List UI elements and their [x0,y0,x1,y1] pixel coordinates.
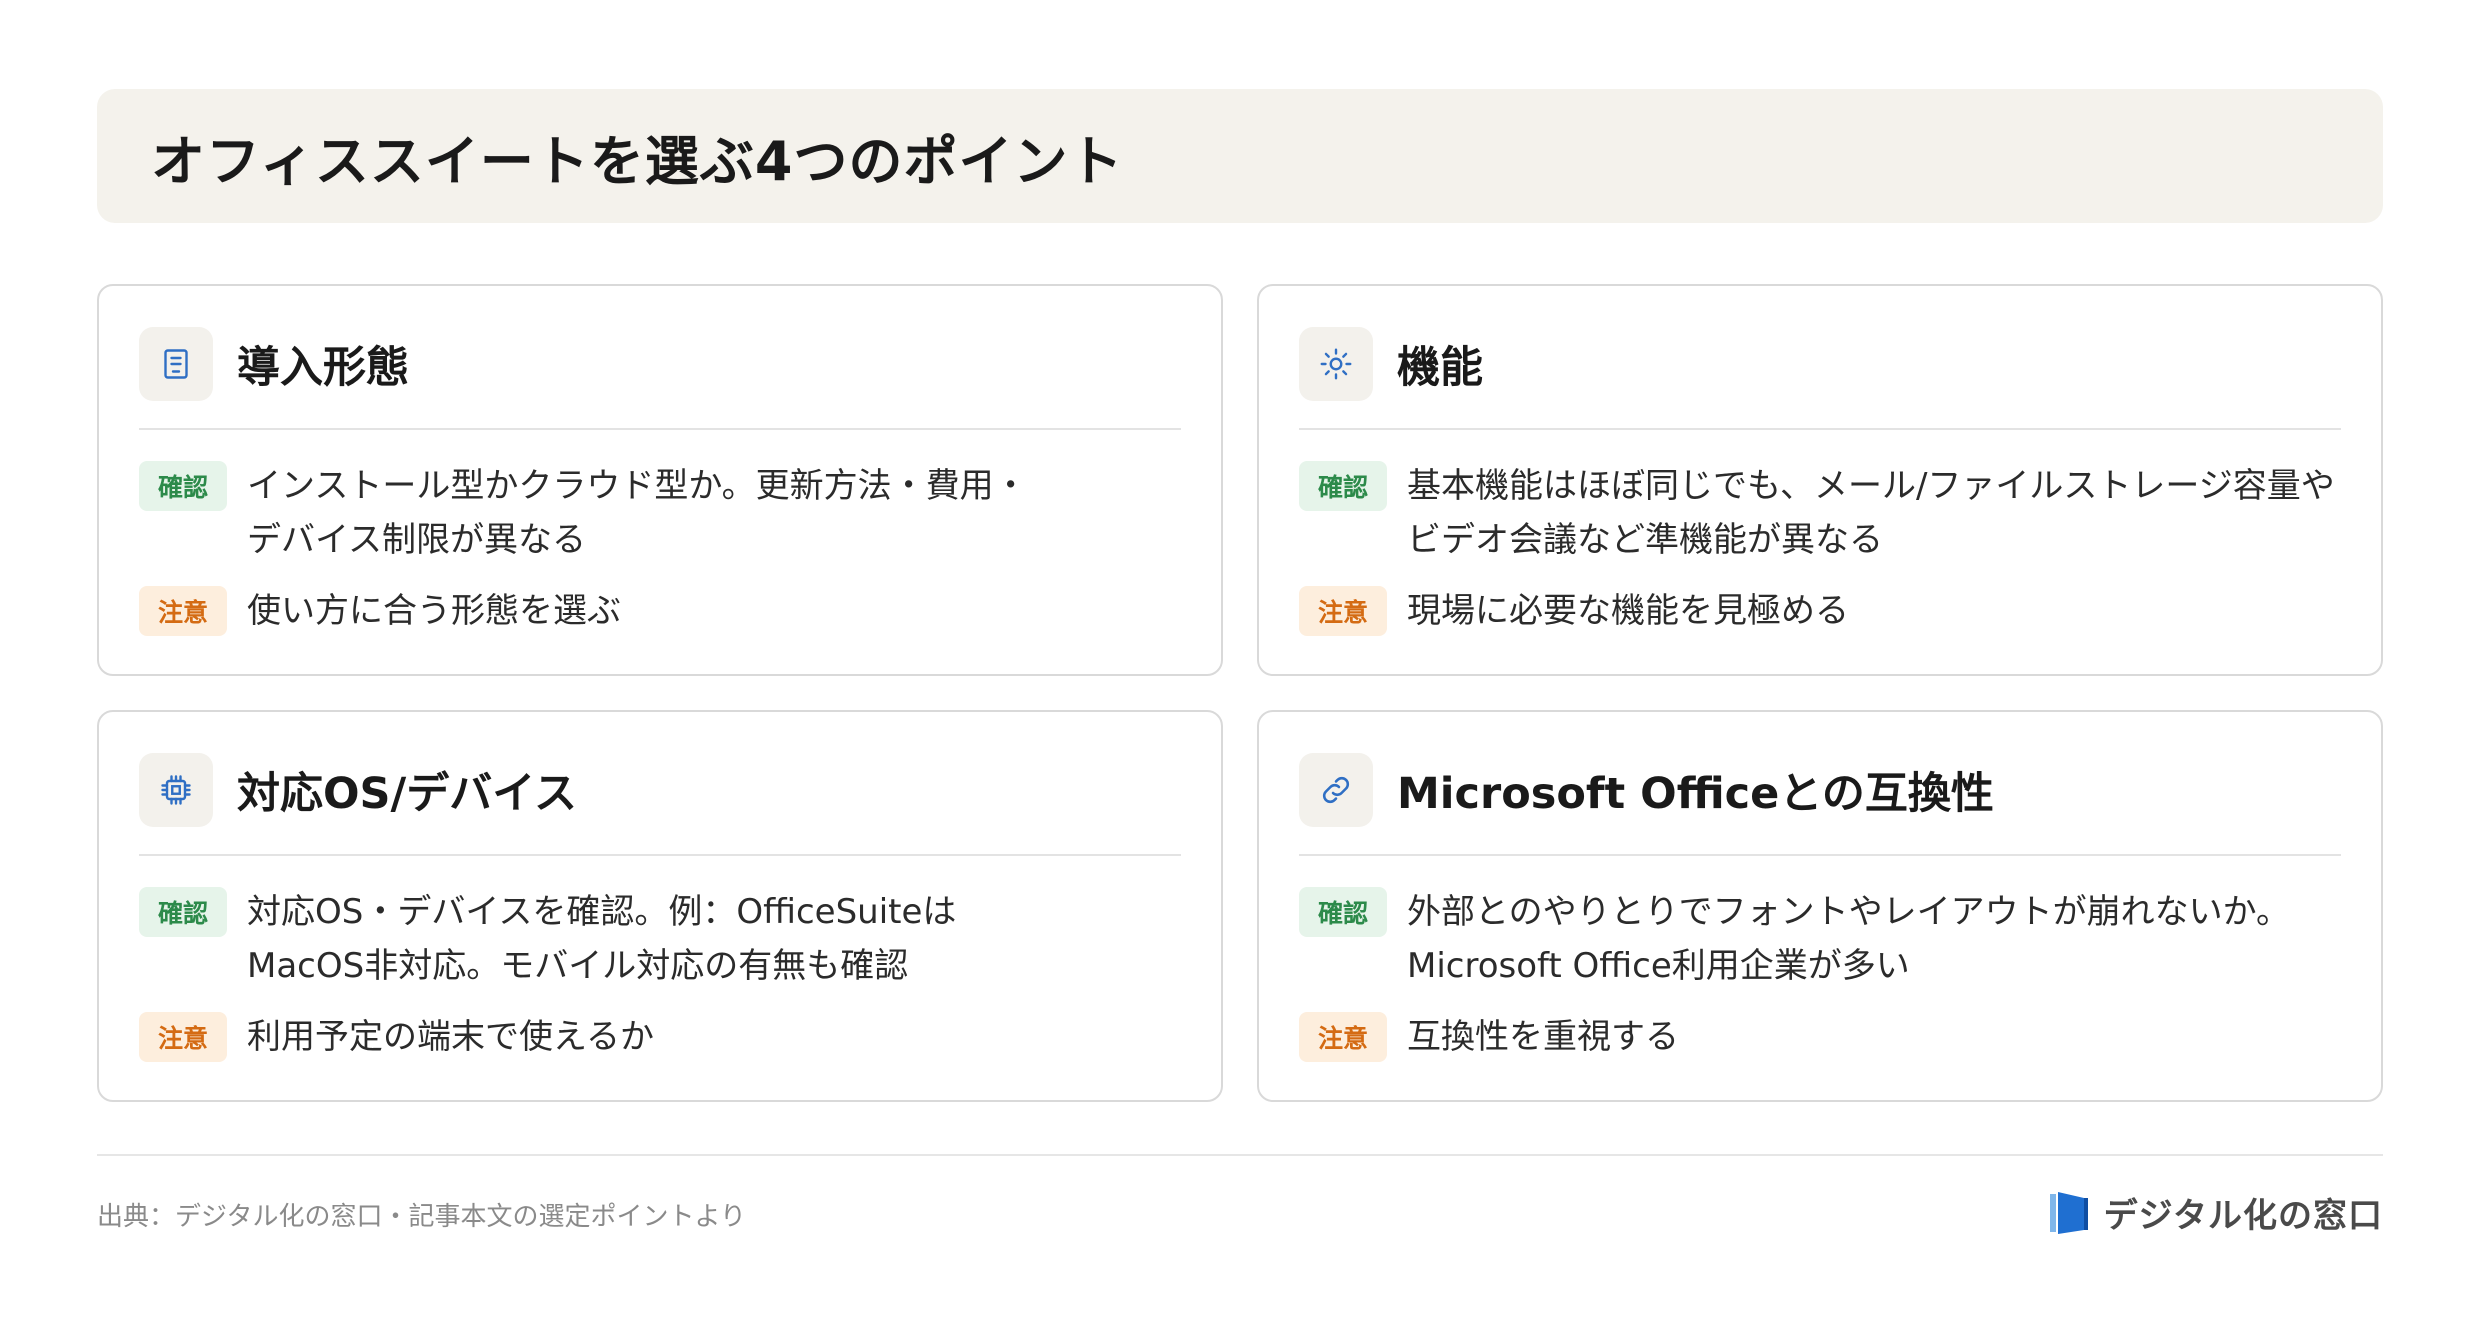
check-badge: 確認 [139,461,227,511]
card-features: 機能 確認 基本機能はほぼ同じでも、メール/ファイルストレージ容量や ビデオ会議… [1257,284,2383,676]
note-badge: 注意 [1299,1012,1387,1062]
sun-gear-icon [1299,327,1373,401]
check-text: 対応OS・デバイスを確認。例：OfficeSuiteは MacOS非対応。モバイ… [247,892,957,986]
check-text: インストール型かクラウド型か。更新方法・費用・ デバイス制限が異なる [247,466,1028,560]
check-row: 確認 インストール型かクラウド型か。更新方法・費用・ デバイス制限が異なる [139,459,1181,567]
card-title: 機能 [1397,343,1483,393]
note-row: 注意 使い方に合う形態を選ぶ [139,584,1181,638]
note-text: 使い方に合う形態を選ぶ [247,591,621,631]
check-text: 外部とのやりとりでフォントやレイアウトが崩れないか。 Microsoft Off… [1407,892,2290,986]
title-banner: オフィススイートを選ぶ4つのポイント [97,89,2383,223]
check-row: 確認 基本機能はほぼ同じでも、メール/ファイルストレージ容量や ビデオ会議など準… [1299,459,2341,567]
brand-logo: デジタル化の窓口 [2048,1188,2383,1237]
check-badge: 確認 [1299,887,1387,937]
card-compatibility: Microsoft Officeとの互換性 確認 外部とのやりとりでフォントやレ… [1257,710,2383,1102]
footer-divider [97,1154,2383,1156]
door-logo-icon [2049,1191,2088,1234]
link-icon [1299,753,1373,827]
note-row: 注意 互換性を重視する [1299,1010,2341,1064]
card-title: Microsoft Officeとの互換性 [1397,769,1994,819]
note-row: 注意 現場に必要な機能を見極める [1299,584,2341,638]
note-badge: 注意 [139,586,227,636]
note-text: 利用予定の端末で使えるか [247,1017,654,1057]
page-title: オフィススイートを選ぶ4つのポイント [151,129,1124,193]
card-deployment: 導入形態 確認 インストール型かクラウド型か。更新方法・費用・ デバイス制限が異… [97,284,1223,676]
card-header: 対応OS/デバイス [139,752,1181,856]
check-row: 確認 対応OS・デバイスを確認。例：OfficeSuiteは MacOS非対応。… [139,885,1181,993]
check-badge: 確認 [139,887,227,937]
card-title: 対応OS/デバイス [237,769,577,819]
check-row: 確認 外部とのやりとりでフォントやレイアウトが崩れないか。 Microsoft … [1299,885,2341,993]
note-text: 現場に必要な機能を見極める [1407,591,1849,631]
note-text: 互換性を重視する [1407,1017,1679,1057]
note-badge: 注意 [139,1012,227,1062]
card-header: Microsoft Officeとの互換性 [1299,752,2341,856]
card-title: 導入形態 [237,343,409,393]
building-icon [139,327,213,401]
card-header: 導入形態 [139,326,1181,430]
note-row: 注意 利用予定の端末で使えるか [139,1010,1181,1064]
cpu-chip-icon [139,753,213,827]
card-os-devices: 対応OS/デバイス 確認 対応OS・デバイスを確認。例：OfficeSuiteは… [97,710,1223,1102]
note-badge: 注意 [1299,586,1387,636]
check-badge: 確認 [1299,461,1387,511]
check-text: 基本機能はほぼ同じでも、メール/ファイルストレージ容量や ビデオ会議など準機能が… [1407,466,2335,560]
card-header: 機能 [1299,326,2341,430]
source-note: 出典：デジタル化の窓口・記事本文の選定ポイントより [97,1202,746,1232]
logo-text: デジタル化の窓口 [2103,1196,2383,1236]
